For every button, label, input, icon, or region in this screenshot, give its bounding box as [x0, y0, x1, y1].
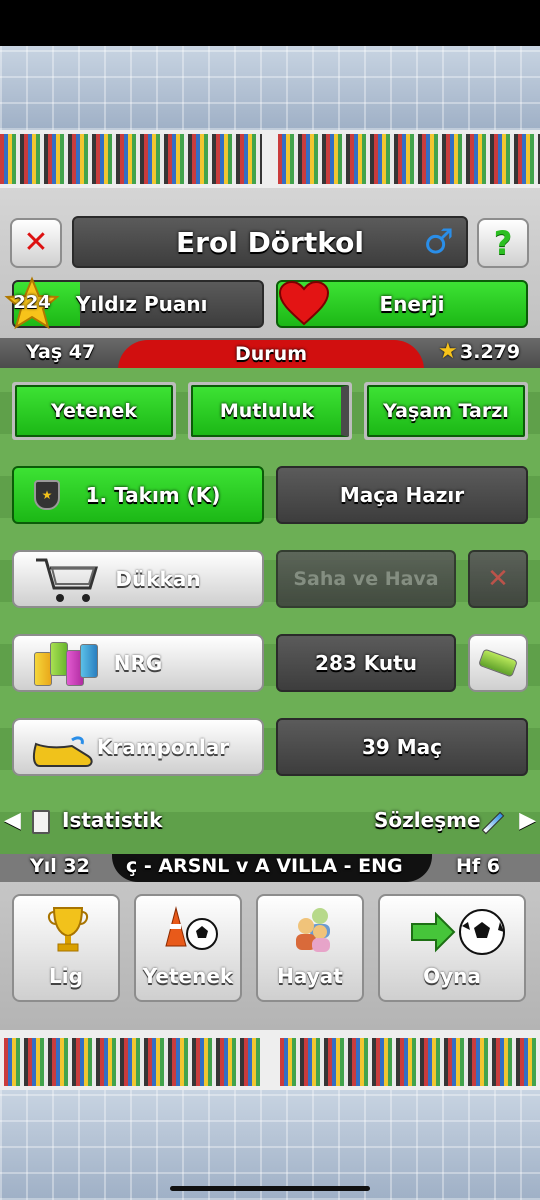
crowd-top — [0, 130, 540, 188]
male-symbol-icon: ♂ — [423, 222, 454, 262]
ticker-band: ç - ARSNL v A VILLA - ENG — [112, 854, 432, 882]
team-label: 1. Takım (K) — [85, 483, 221, 507]
home-indicator — [170, 1186, 370, 1191]
ticker-text: ç - ARSNL v A VILLA - ENG — [126, 855, 403, 877]
shop-label: Dükkan — [115, 567, 201, 591]
nrg-label: NRG — [113, 651, 163, 675]
arrow-ball-icon — [410, 906, 506, 962]
nrg-count-display: 283 Kutu — [276, 634, 456, 692]
field-weather-label: Saha ve Hava — [293, 568, 439, 590]
tab-lifestyle[interactable]: Yaşam Tarzı — [364, 382, 528, 440]
player-name-bar: Erol Dörtkol ♂ — [72, 216, 468, 268]
life-button[interactable]: Hayat — [256, 894, 364, 1002]
help-button[interactable]: ? — [477, 218, 529, 268]
energy-label: Enerji — [379, 292, 445, 316]
skill-nav-label: Yetenek — [142, 964, 234, 988]
status-bar — [0, 0, 540, 46]
player-name: Erol Dörtkol — [176, 225, 364, 259]
question-icon: ? — [493, 224, 513, 262]
star-points-label: Yıldız Puanı — [76, 292, 208, 316]
contract-link[interactable]: Sözleşme — [374, 808, 481, 832]
age-label: Yaş 47 — [26, 341, 96, 363]
status-label: Durum — [235, 343, 307, 365]
year-label: Yıl 32 — [30, 855, 90, 877]
field-weather-cancel-button[interactable]: ✕ — [468, 550, 528, 608]
shopping-cart-icon — [34, 556, 100, 608]
boots-matches-display: 39 Maç — [276, 718, 528, 776]
tab-skill-label: Yetenek — [51, 400, 137, 422]
team-button[interactable]: ★ 1. Takım (K) — [12, 466, 264, 524]
league-label: Lig — [49, 964, 83, 988]
close-icon: ✕ — [487, 564, 509, 594]
team-badge-icon: ★ — [34, 480, 60, 510]
tab-happiness[interactable]: Mutluluk — [188, 382, 352, 440]
heart-icon — [278, 280, 330, 328]
week-label: Hf 6 — [456, 855, 501, 877]
boots-button[interactable]: Kramponlar — [12, 718, 264, 776]
tab-happiness-label: Mutluluk — [219, 400, 315, 422]
star-icon: 224 — [4, 276, 60, 332]
training-cone-ball-icon — [162, 906, 218, 956]
stadium-stand-top — [0, 46, 540, 130]
league-button[interactable]: Lig — [12, 894, 120, 1002]
links-row: ◀ Istatistik Sözleşme ▶ — [0, 802, 540, 842]
money-value: 3.279 — [460, 341, 521, 363]
stadium-stand-bottom — [0, 1090, 540, 1200]
close-button[interactable]: ✕ — [10, 218, 62, 268]
drink-nrg-button[interactable] — [468, 634, 528, 692]
crowd-bottom — [0, 1030, 540, 1090]
life-label: Hayat — [277, 964, 343, 988]
boots-label: Kramponlar — [96, 735, 230, 759]
chevron-right-icon[interactable]: ▶ — [519, 808, 536, 833]
star-points-value: 224 — [13, 292, 51, 313]
tab-skill[interactable]: Yetenek — [12, 382, 176, 440]
pitch-background — [0, 368, 540, 854]
info-row: Yaş 47 Durum ★ 3.279 — [0, 338, 540, 370]
status-tab[interactable]: Durum — [118, 340, 424, 370]
close-icon: ✕ — [23, 225, 49, 260]
nrg-button[interactable]: NRG — [12, 634, 264, 692]
tab-lifestyle-label: Yaşam Tarzı — [383, 400, 509, 422]
play-label: Oyna — [423, 964, 481, 988]
trophy-icon — [46, 904, 90, 958]
energy-drink-cans-icon — [32, 638, 102, 690]
shop-button[interactable]: Dükkan — [12, 550, 264, 608]
coin-star-icon: ★ — [438, 339, 458, 364]
stats-link[interactable]: Istatistik — [62, 808, 162, 832]
skill-button[interactable]: Yetenek — [134, 894, 242, 1002]
match-ready-label: Maça Hazır — [339, 483, 465, 507]
play-button[interactable]: Oyna — [378, 894, 526, 1002]
football-boot-icon — [32, 736, 98, 774]
energy-drink-can-icon — [478, 648, 518, 678]
field-weather-button[interactable]: Saha ve Hava — [276, 550, 456, 608]
nrg-count: 283 Kutu — [315, 651, 417, 675]
chevron-left-icon[interactable]: ◀ — [4, 808, 21, 833]
news-ticker: Yıl 32 ç - ARSNL v A VILLA - ENG Hf 6 — [0, 854, 540, 882]
boots-matches: 39 Maç — [361, 735, 443, 759]
match-ready-button[interactable]: Maça Hazır — [276, 466, 528, 524]
people-icon — [288, 906, 338, 958]
clipboard-icon — [32, 810, 50, 834]
pen-icon — [481, 811, 505, 835]
